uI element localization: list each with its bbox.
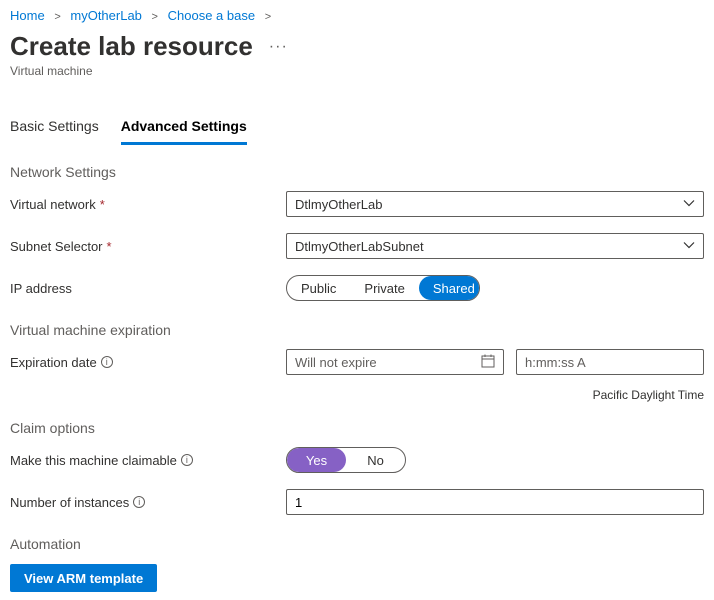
required-mark: *: [100, 197, 105, 212]
ip-option-public[interactable]: Public: [287, 276, 350, 300]
chevron-down-icon: [683, 197, 695, 212]
expiration-time-input[interactable]: h:mm:ss A: [516, 349, 704, 375]
label-expiration-date: Expiration date i: [10, 355, 286, 370]
calendar-icon: [481, 354, 495, 371]
page-title: Create lab resource: [10, 31, 253, 62]
tab-advanced-settings[interactable]: Advanced Settings: [121, 112, 247, 145]
claimable-yes[interactable]: Yes: [287, 448, 346, 472]
chevron-right-icon: >: [48, 11, 66, 23]
section-network: Network Settings: [10, 164, 704, 180]
view-arm-template-button[interactable]: View ARM template: [10, 564, 157, 592]
ip-address-toggle: Public Private Shared: [286, 275, 480, 301]
chevron-right-icon: >: [146, 11, 164, 23]
info-icon[interactable]: i: [181, 454, 193, 466]
claimable-no[interactable]: No: [346, 448, 405, 472]
more-actions-button[interactable]: ···: [269, 38, 288, 56]
ip-option-shared[interactable]: Shared: [419, 276, 480, 300]
chevron-down-icon: [683, 239, 695, 254]
timezone-note: Pacific Daylight Time: [10, 388, 704, 402]
info-icon[interactable]: i: [101, 356, 113, 368]
label-virtual-network: Virtual network *: [10, 197, 286, 212]
virtual-network-select[interactable]: DtlmyOtherLab: [286, 191, 704, 217]
section-automation: Automation: [10, 536, 704, 552]
label-ip-address: IP address: [10, 281, 286, 296]
breadcrumb-lab[interactable]: myOtherLab: [70, 8, 142, 23]
expiration-date-placeholder: Will not expire: [295, 355, 377, 370]
claimable-toggle: Yes No: [286, 447, 406, 473]
virtual-network-value: DtlmyOtherLab: [295, 197, 382, 212]
page-subtitle: Virtual machine: [10, 64, 704, 78]
expiration-time-placeholder: h:mm:ss A: [525, 355, 586, 370]
label-claimable: Make this machine claimable i: [10, 453, 286, 468]
required-mark: *: [107, 239, 112, 254]
tab-basic-settings[interactable]: Basic Settings: [10, 112, 99, 145]
breadcrumb-choose-base[interactable]: Choose a base: [168, 8, 255, 23]
subnet-select[interactable]: DtlmyOtherLabSubnet: [286, 233, 704, 259]
breadcrumb: Home > myOtherLab > Choose a base >: [10, 8, 704, 23]
chevron-right-icon: >: [259, 11, 277, 23]
expiration-date-input[interactable]: Will not expire: [286, 349, 504, 375]
section-claim: Claim options: [10, 420, 704, 436]
section-expiration: Virtual machine expiration: [10, 322, 704, 338]
tab-bar: Basic Settings Advanced Settings: [10, 112, 704, 146]
label-instances: Number of instances i: [10, 495, 286, 510]
subnet-value: DtlmyOtherLabSubnet: [295, 239, 424, 254]
label-subnet-selector: Subnet Selector *: [10, 239, 286, 254]
instances-input[interactable]: [286, 489, 704, 515]
breadcrumb-home[interactable]: Home: [10, 8, 45, 23]
info-icon[interactable]: i: [133, 496, 145, 508]
ip-option-private[interactable]: Private: [350, 276, 418, 300]
